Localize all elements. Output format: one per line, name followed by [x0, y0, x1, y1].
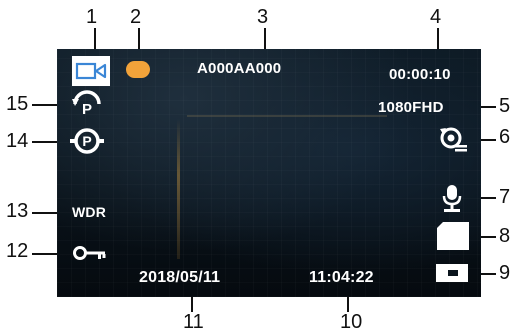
- leader-line-13: [32, 212, 58, 214]
- dashcam-screen: [57, 49, 481, 297]
- leader-line-12: [32, 253, 58, 255]
- callout-9: 9: [499, 262, 511, 284]
- callout-2: 2: [130, 6, 142, 28]
- callout-15: 15: [6, 93, 29, 115]
- leader-line-14: [32, 141, 58, 143]
- svg-text:P: P: [82, 133, 91, 149]
- callout-5: 5: [499, 95, 511, 117]
- callout-8: 8: [499, 225, 511, 247]
- rotation-icon: [437, 126, 469, 152]
- wdr-label: WDR: [72, 204, 107, 220]
- video-camera-icon: [72, 56, 110, 86]
- callout-3: 3: [257, 6, 269, 28]
- resolution-label: 1080FHD: [378, 99, 444, 116]
- callout-6: 6: [499, 126, 511, 148]
- road-horizon: [187, 115, 387, 117]
- callout-13: 13: [6, 200, 29, 222]
- plate-number: A000AA000: [197, 60, 282, 77]
- callout-1: 1: [86, 6, 98, 28]
- callout-14: 14: [6, 130, 29, 152]
- leader-line-1: [94, 28, 96, 50]
- date-stamp: 2018/05/11: [139, 269, 221, 286]
- sensor-icon: P: [70, 127, 104, 155]
- key-lock-icon: [73, 245, 107, 261]
- light-streak: [177, 119, 180, 259]
- microphone-icon: [441, 183, 463, 213]
- recording-timer: 00:00:10: [389, 66, 451, 83]
- callout-7: 7: [499, 186, 511, 208]
- leader-line-2: [138, 28, 140, 50]
- callout-10: 10: [340, 311, 363, 333]
- leader-line-4: [437, 28, 439, 50]
- callout-12: 12: [6, 240, 29, 262]
- record-dot-icon: [126, 61, 150, 78]
- battery-icon: [436, 264, 468, 282]
- callout-11: 11: [183, 311, 204, 333]
- leader-line-3: [264, 28, 266, 50]
- time-stamp: 11:04:22: [309, 269, 374, 286]
- svg-text:P: P: [82, 101, 92, 118]
- sd-card-icon: [437, 222, 469, 250]
- callout-4: 4: [430, 6, 442, 28]
- parking-mode-icon: P: [70, 90, 104, 118]
- leader-line-15: [32, 104, 58, 106]
